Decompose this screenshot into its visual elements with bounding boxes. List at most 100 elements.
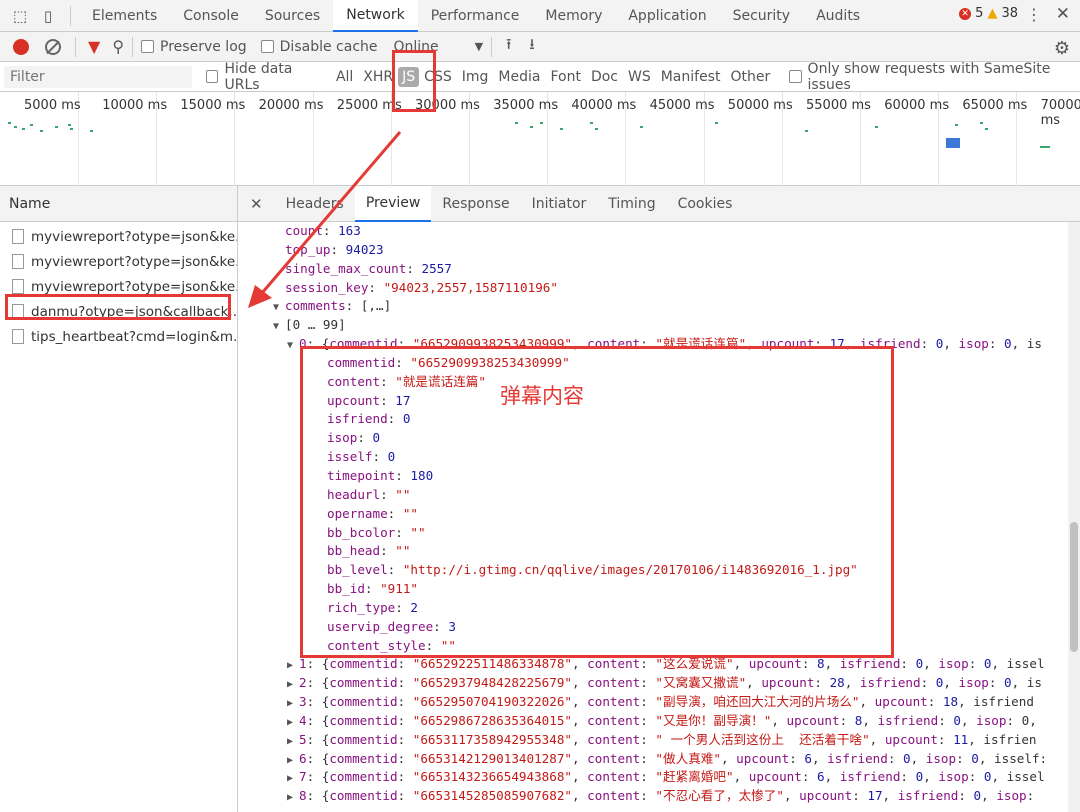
expanded-triangle-icon[interactable]: ▼	[273, 318, 285, 337]
tab-network[interactable]: Network	[333, 0, 418, 32]
filter-type-media[interactable]: Media	[493, 69, 545, 85]
json-line[interactable]: ▶ 3: {commentid: "6652950704190322026", c…	[238, 693, 1080, 712]
json-punct: :	[900, 656, 916, 672]
json-key: content	[587, 656, 641, 672]
json-value: ""	[440, 637, 456, 653]
json-punct: ,	[910, 750, 926, 766]
filter-type-doc[interactable]: Doc	[586, 69, 623, 85]
json-line[interactable]: ▶ 8: {commentid: "6653145285085907682", c…	[238, 787, 1080, 806]
filter-type-font[interactable]: Font	[545, 69, 585, 85]
json-line[interactable]: ▼ comments: [,…]	[238, 297, 1080, 316]
preserve-log-checkbox[interactable]: Preserve log	[141, 39, 247, 55]
inspect-element-icon[interactable]: ⬚	[6, 2, 34, 30]
json-key: upcount	[786, 712, 840, 728]
filter-icon[interactable]: ▼	[88, 37, 100, 56]
filter-type-css[interactable]: CSS	[419, 69, 457, 85]
expanded-triangle-icon[interactable]: ▼	[287, 337, 299, 356]
scrollbar[interactable]	[1068, 222, 1080, 812]
tab-sources[interactable]: Sources	[252, 0, 333, 32]
tab-console[interactable]: Console	[170, 0, 252, 32]
json-line[interactable]: ▶ 5: {commentid: "6653117358942955348", c…	[238, 731, 1080, 750]
json-line[interactable]: ▼ 0: {commentid: "6652909938253430999", c…	[238, 335, 1080, 354]
json-value: 0	[971, 750, 979, 766]
json-line[interactable]: ▶ 2: {commentid: "6652937948428225679", c…	[238, 674, 1080, 693]
json-punct: ,	[572, 712, 588, 728]
tab-application[interactable]: Application	[615, 0, 719, 32]
json-line[interactable]: ▶ 6: {commentid: "6653142129013401287", c…	[238, 750, 1080, 769]
json-line[interactable]: ▶ 7: {commentid: "6653143236654943868", c…	[238, 768, 1080, 787]
tab-headers[interactable]: Headers	[275, 186, 355, 222]
json-value: "就是谎话连篇"	[655, 336, 747, 352]
filter-type-other[interactable]: Other	[725, 69, 775, 85]
json-punct: :	[397, 336, 413, 352]
request-row[interactable]: tips_heartbeat?cmd=login&m...	[0, 324, 237, 349]
filter-type-manifest[interactable]: Manifest	[656, 69, 726, 85]
request-row[interactable]: danmu?otype=json&callback...	[0, 299, 237, 324]
json-punct: :	[322, 223, 339, 238]
tab-initiator[interactable]: Initiator	[521, 186, 598, 222]
collapsed-triangle-icon[interactable]: ▶	[287, 789, 299, 806]
json-key: isop	[938, 656, 969, 672]
scrollbar-thumb[interactable]	[1070, 522, 1078, 652]
json-line[interactable]: ▶ 4: {commentid: "6652986728635364015", c…	[238, 712, 1080, 731]
name-column-header[interactable]: Name	[0, 186, 237, 222]
checkbox-icon	[789, 70, 802, 83]
throttle-select[interactable]: Online ▼	[394, 39, 484, 55]
request-row[interactable]: myviewreport?otype=json&ke...	[0, 249, 237, 274]
json-key: bb_head	[327, 543, 381, 559]
tab-timing[interactable]: Timing	[597, 186, 666, 222]
record-button[interactable]	[13, 38, 29, 55]
filter-input[interactable]	[4, 65, 193, 88]
json-key: isfriend	[839, 769, 901, 785]
search-icon[interactable]: ⚲	[112, 37, 124, 56]
preserve-log-label: Preserve log	[160, 38, 247, 55]
tab-memory[interactable]: Memory	[532, 0, 615, 32]
json-line[interactable]: ▶ 1: {commentid: "6652922511486334878", c…	[238, 655, 1080, 674]
request-row[interactable]: myviewreport?otype=json&ke...	[0, 224, 237, 249]
json-punct: ,	[824, 769, 840, 785]
device-toolbar-icon[interactable]: ▯	[34, 2, 62, 30]
filter-type-xhr[interactable]: XHR	[358, 69, 398, 85]
json-line: top_up: 94023	[238, 241, 1080, 260]
request-row[interactable]: myviewreport?otype=json&ke...	[0, 274, 237, 299]
issues-counter[interactable]: ✕ 5 ▲ 38	[959, 6, 1018, 21]
settings-gear-icon[interactable]: ⚙	[1054, 38, 1070, 59]
collapsed-triangle-icon[interactable]: ▶	[287, 714, 299, 733]
json-line[interactable]: ▼ [0 … 99]	[238, 316, 1080, 335]
tab-audits[interactable]: Audits	[803, 0, 873, 32]
close-icon[interactable]: ✕	[1056, 4, 1070, 24]
timeline-tick: 55000 ms	[806, 98, 871, 113]
filter-type-ws[interactable]: WS	[623, 69, 656, 85]
import-har-icon[interactable]: ⭱	[506, 34, 511, 59]
close-detail-icon[interactable]: ✕	[238, 195, 275, 213]
filter-type-img[interactable]: Img	[457, 69, 494, 85]
tab-security[interactable]: Security	[720, 0, 804, 32]
export-har-icon[interactable]: ⭳	[529, 34, 534, 59]
tab-preview[interactable]: Preview	[354, 185, 432, 222]
hide-data-urls-checkbox[interactable]: Hide data URLs	[206, 61, 325, 93]
json-value: 0	[402, 411, 411, 427]
network-overview-timeline[interactable]: 5000 ms 10000 ms 15000 ms 20000 ms 25000 ms 3…	[0, 92, 1080, 186]
tab-cookies[interactable]: Cookies	[667, 186, 744, 222]
tab-elements[interactable]: Elements	[79, 0, 170, 32]
json-value: "http://i.gtimg.cn/qqlive/images/2017010…	[402, 562, 858, 578]
tab-performance[interactable]: Performance	[418, 0, 533, 32]
json-punct: ,	[943, 336, 959, 352]
json-value: 2	[410, 599, 419, 615]
filter-type-js[interactable]: JS	[398, 66, 420, 87]
json-value: 6	[816, 769, 825, 785]
more-options-icon[interactable]: ⋮	[1026, 5, 1042, 24]
clear-button[interactable]	[45, 38, 61, 55]
filter-type-all[interactable]: All	[331, 69, 358, 85]
json-punct: :	[801, 769, 817, 785]
json-value: "又是你！副导演！"	[655, 712, 772, 728]
samesite-checkbox[interactable]: Only show requests with SameSite issues	[789, 61, 1080, 93]
file-icon	[12, 254, 24, 269]
collapsed-triangle-icon[interactable]: ▶	[287, 733, 299, 752]
json-key: upcount	[874, 694, 928, 710]
disable-cache-checkbox[interactable]: Disable cache	[260, 39, 378, 55]
json-value: 0	[953, 712, 961, 728]
tab-response[interactable]: Response	[431, 186, 520, 222]
json-key: isop	[958, 336, 989, 352]
timeline-tick: 20000 ms	[258, 98, 324, 113]
